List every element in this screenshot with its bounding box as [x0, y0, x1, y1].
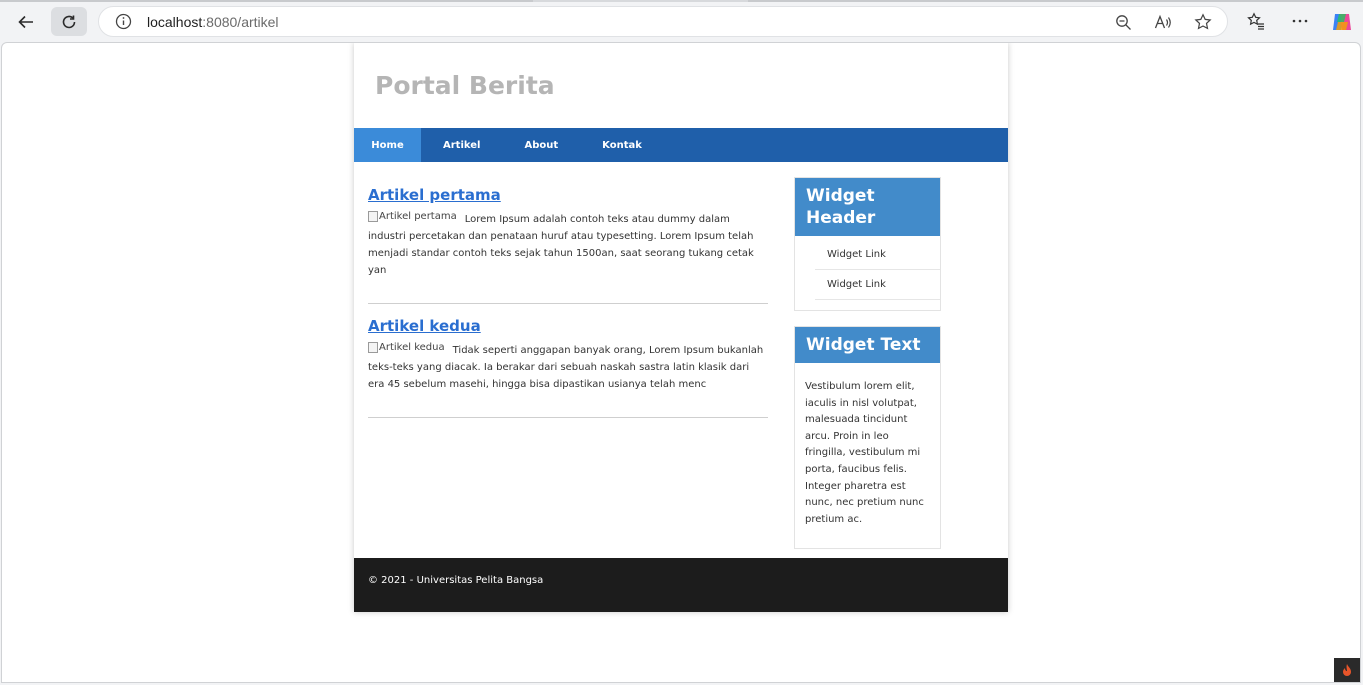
article-image-alt: Artikel pertama: [379, 211, 457, 222]
favorites-list-icon[interactable]: [1246, 11, 1266, 31]
article-image: Artikel pertama: [368, 208, 457, 225]
widget-header-title: Widget Header: [795, 178, 940, 236]
extension-badge[interactable]: [1334, 658, 1360, 682]
more-options-icon[interactable]: [1290, 11, 1310, 31]
info-icon[interactable]: [115, 13, 132, 34]
page-viewport: Portal Berita Home Artikel About Kontak …: [1, 42, 1361, 683]
article-list: Artikel pertama Artikel pertama Lorem Ips…: [368, 186, 768, 431]
widget-text-box: Widget Text Vestibulum lorem elit, iacul…: [794, 326, 941, 550]
arrow-left-icon: [18, 15, 33, 28]
article-title-link[interactable]: Artikel pertama: [368, 186, 768, 204]
widget-text-title: Widget Text: [795, 327, 940, 363]
article-excerpt: Artikel kedua Tidak seperti anggapan bany…: [368, 339, 768, 393]
copilot-icon[interactable]: [1330, 10, 1354, 34]
read-aloud-icon[interactable]: [1153, 12, 1173, 32]
url-text[interactable]: localhost:8080/artikel: [147, 14, 279, 30]
site-title: Portal Berita: [375, 71, 555, 100]
article-image: Artikel kedua: [368, 339, 445, 356]
content-area: Artikel pertama Artikel pertama Lorem Ips…: [354, 162, 1008, 559]
widget-link-list: Widget Link Widget Link: [795, 236, 940, 310]
favorite-star-icon[interactable]: [1193, 12, 1213, 32]
site-header: Portal Berita: [354, 43, 1008, 128]
widget-link[interactable]: Widget Link: [815, 240, 940, 270]
sidebar: Widget Header Widget Link Widget Link Wi…: [794, 177, 941, 564]
page-container: Portal Berita Home Artikel About Kontak …: [354, 43, 1008, 612]
reload-icon: [62, 15, 76, 28]
main-nav: Home Artikel About Kontak: [354, 128, 1008, 162]
widget-text-body: Vestibulum lorem elit, iaculis in nisl v…: [805, 381, 924, 525]
tab-strip-line: [0, 0, 1363, 2]
address-bar[interactable]: localhost:8080/artikel: [98, 6, 1228, 37]
nav-artikel[interactable]: Artikel: [421, 128, 502, 162]
broken-image-icon: [368, 342, 378, 353]
site-footer: © 2021 - Universitas Pelita Bangsa: [354, 558, 1008, 612]
url-path: :8080/artikel: [202, 14, 279, 30]
nav-about[interactable]: About: [502, 128, 580, 162]
broken-image-icon: [368, 211, 378, 222]
widget-header-box: Widget Header Widget Link Widget Link: [794, 177, 941, 311]
back-button[interactable]: [8, 7, 44, 36]
nav-kontak[interactable]: Kontak: [580, 128, 664, 162]
nav-home[interactable]: Home: [354, 128, 421, 162]
zoom-out-icon[interactable]: [1113, 12, 1133, 32]
flame-icon: [1343, 664, 1351, 676]
article-image-alt: Artikel kedua: [379, 342, 445, 353]
article-title-link[interactable]: Artikel kedua: [368, 317, 768, 335]
article-item: Artikel kedua Artikel kedua Tidak seperti…: [368, 317, 768, 418]
article-excerpt: Artikel pertama Lorem Ipsum adalah contoh…: [368, 208, 768, 279]
reload-button[interactable]: [51, 7, 87, 36]
url-host: localhost: [147, 14, 203, 30]
article-item: Artikel pertama Artikel pertama Lorem Ips…: [368, 186, 768, 304]
widget-link[interactable]: Widget Link: [815, 270, 940, 300]
footer-text: © 2021 - Universitas Pelita Bangsa: [368, 575, 544, 586]
browser-chrome: localhost:8080/artikel: [0, 0, 1363, 42]
